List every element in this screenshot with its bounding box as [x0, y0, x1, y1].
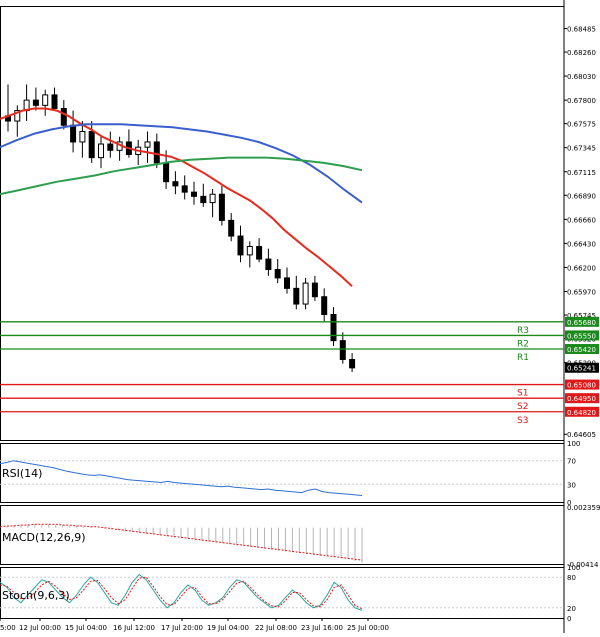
rsi-line [0, 460, 363, 496]
candle-body [191, 191, 197, 197]
candle-body [98, 143, 104, 159]
candle-body [172, 181, 179, 187]
level-price-label: 0.65420 [567, 346, 596, 354]
level-name-label: S3 [517, 416, 528, 426]
price-tick-label: 0.68260 [567, 49, 596, 57]
price-tick-label: 0.67345 [567, 145, 596, 153]
level-name-label: R1 [517, 353, 529, 363]
candle-body [209, 193, 216, 204]
rsi-tick-label: 30 [567, 481, 576, 489]
candle-body [107, 143, 114, 151]
moving-average-line [0, 123, 363, 204]
panel-frame-1 [0, 443, 565, 503]
price-tick-label: 0.66430 [567, 240, 596, 248]
candle-body [293, 287, 300, 305]
candle-body [302, 282, 309, 305]
chart-svg: 0.68485 0.68260 0.68030 0.67800 0.67575 0.673… [0, 0, 600, 633]
level-price-label: 0.65550 [567, 332, 596, 340]
panel-frame-0 [0, 6, 565, 441]
level-name-label: S1 [517, 389, 528, 399]
stoch-tick-label: 100 [567, 564, 580, 572]
candle-body [246, 246, 253, 256]
forex-chart: 0.68485 0.68260 0.68030 0.67800 0.67575 0.673… [0, 0, 600, 633]
level-price-label: 0.65680 [567, 319, 596, 327]
time-tick-label: 17 Jul 20:00 [161, 624, 203, 632]
candle-body [349, 358, 356, 369]
rsi-label: RSI(14) [2, 467, 42, 480]
candle-body [42, 94, 49, 106]
last-price-label: 0.65241 [567, 365, 596, 373]
candle-body [153, 141, 160, 164]
price-tick-label: 0.66200 [567, 264, 596, 272]
candle-body [163, 162, 170, 183]
candle-body [321, 296, 328, 316]
candle-body [265, 258, 272, 271]
candle-body [256, 246, 263, 260]
level-name-label: R2 [517, 339, 529, 349]
stoch-tick-label: 80 [567, 574, 576, 582]
price-tick-label: 0.68030 [567, 73, 596, 81]
level-price-label: 0.64950 [567, 395, 596, 403]
price-tick-label: 0.67115 [567, 169, 596, 177]
candle-body [79, 130, 86, 143]
price-tick-label: 0.66660 [567, 216, 596, 224]
time-tick-label: 15 Jul 04:00 [65, 624, 107, 632]
candle-body [88, 130, 95, 159]
price-tick-label: 0.65970 [567, 288, 596, 296]
candle-body [200, 195, 207, 204]
macd-tick-label: 0.002359 [567, 504, 600, 512]
stoch-tick-label: 20 [567, 605, 576, 613]
price-tick-label: 0.68485 [567, 25, 596, 33]
candle-body [32, 99, 39, 106]
price-tick-label: 0.67800 [567, 97, 596, 105]
time-tick-label: 19 Jul 04:00 [207, 624, 249, 632]
time-tick-label: 16 Jul 12:00 [113, 624, 155, 632]
candle-body [228, 219, 235, 237]
candle-body [330, 314, 337, 342]
macd-label: MACD(12,26,9) [2, 531, 86, 544]
rsi-tick-label: 70 [567, 458, 576, 466]
time-tick-label: 25 Jul 00:00 [347, 624, 389, 632]
price-tick-label: 0.66890 [567, 192, 596, 200]
time-tick-label: 22 Jul 08:00 [255, 624, 297, 632]
panel-frame-3 [0, 567, 565, 619]
price-tick-label: 0.64605 [567, 431, 596, 439]
rsi-tick-label: 100 [567, 440, 580, 448]
level-name-label: R3 [517, 326, 529, 336]
time-tick-label: 5:00 [0, 624, 16, 632]
candle-body [60, 107, 67, 126]
level-name-label: S2 [517, 402, 528, 412]
candle-body [218, 193, 225, 221]
candle-body [181, 185, 188, 193]
level-price-label: 0.65080 [567, 382, 596, 390]
time-tick-label: 12 Jul 00:00 [19, 624, 61, 632]
moving-average-line [0, 107, 353, 288]
candle-body [51, 94, 58, 109]
candle-body [339, 340, 346, 360]
candle-body [70, 124, 77, 143]
candle-body [237, 235, 244, 256]
stoch-label: Stoch(9,6,3) [2, 589, 70, 602]
candle-body [274, 269, 281, 279]
candle-body [284, 277, 290, 289]
candle-body [144, 141, 151, 148]
price-tick-label: 0.67575 [567, 121, 596, 129]
time-tick-label: 23 Jul 16:00 [301, 624, 343, 632]
candle-body [311, 282, 318, 298]
level-price-label: 0.64820 [567, 409, 596, 417]
stoch-tick-label: 0 [567, 615, 571, 623]
